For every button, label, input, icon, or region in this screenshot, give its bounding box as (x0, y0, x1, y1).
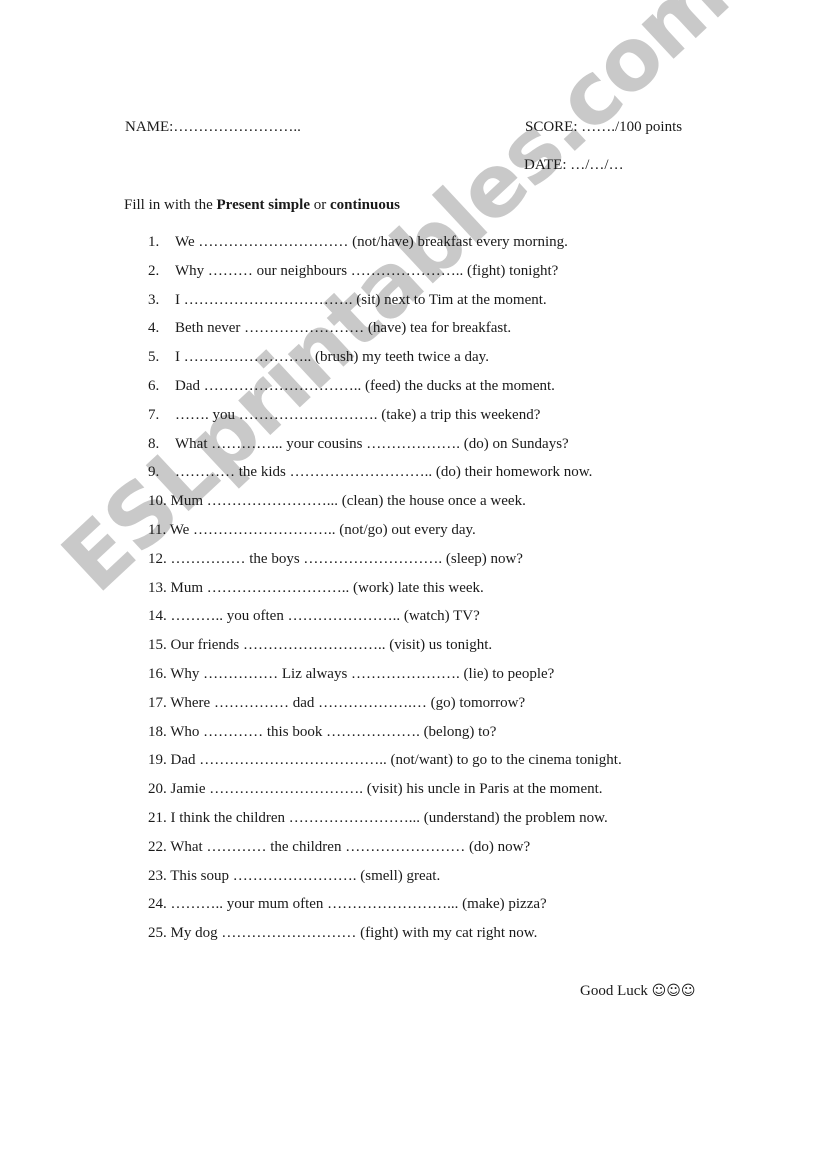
exercise-text: We ………………………… (not/have) breakfast every… (175, 234, 568, 250)
exercise-text: I think the children ……………………... (unders… (170, 809, 608, 826)
exercise-item: 20. Jamie …………………………. (visit) his uncle … (148, 780, 622, 809)
exercise-item: 3. I ……………………………. (sit) next to Tim at th… (148, 291, 622, 320)
exercise-item: 18. Who ………… this book ………………. (belong) … (148, 723, 622, 752)
exercise-number: 6. (148, 377, 160, 394)
exercise-number: 17. (148, 694, 167, 711)
exercise-text: Dad ……………………………….. (not/want) to go to t… (170, 752, 622, 769)
exercise-item: 19. Dad ……………………………….. (not/want) to go … (148, 751, 622, 780)
exercise-item: 21. I think the children ……………………... (un… (148, 809, 622, 838)
instructions-tense-2: continuous (329, 197, 401, 213)
exercise-text: We ……………………….. (not/go) out every day. (169, 521, 476, 538)
score-field: SCORE: ……./100 points (525, 119, 683, 135)
exercise-text: Our friends ……………………….. (visit) us tonig… (170, 637, 493, 654)
exercise-number: 16. (148, 665, 167, 682)
exercise-item: 11. We ……………………….. (not/go) out every da… (148, 521, 622, 550)
exercise-text: Mum ……………………….. (work) late this week. (170, 579, 484, 596)
exercise-text: ……….. your mum often ……………………... (make) … (170, 896, 547, 913)
instructions-tense-1: Present simple (216, 197, 310, 213)
exercise-number: 19. (148, 752, 167, 769)
exercise-item: 15. Our friends ……………………….. (visit) us t… (148, 636, 622, 665)
exercise-text: Who ………… this book ………………. (belong) to? (170, 723, 497, 740)
date-field: DATE: …/…/… (524, 157, 624, 173)
exercise-text: My dog ……………………… (fight) with my cat rig… (170, 925, 538, 942)
exercise-number: 11. (148, 521, 167, 538)
exercise-text: ………… the kids ……………………….. (do) their hom… (175, 464, 593, 481)
exercise-number: 10. (148, 493, 167, 510)
exercise-number: 8. (148, 435, 160, 452)
exercise-item: 6. Dad ………………………….. (feed) the ducks at t… (148, 377, 622, 406)
exercise-item: 24. ……….. your mum often ……………………... (ma… (148, 895, 622, 924)
exercise-number: 24. (148, 896, 167, 913)
exercise-number: 13. (148, 579, 167, 596)
exercise-number: 12. (148, 550, 167, 567)
exercise-item: 13. Mum ……………………….. (work) late this wee… (148, 579, 622, 608)
worksheet-content: NAME:…………………….. SCORE: ……./100 points DA… (0, 0, 821, 1169)
exercise-text: Dad ………………………….. (feed) the ducks at the… (175, 377, 555, 394)
exercise-item: 14. ……….. you often ………………….. (watch) TV… (148, 607, 622, 636)
smiley-face-icon: ☺☺☺ (651, 983, 696, 999)
exercise-item: 22. What ………… the children …………………… (do)… (148, 838, 622, 867)
name-field: NAME:…………………….. (125, 119, 301, 135)
exercise-item: 25. My dog ……………………… (fight) with my cat… (148, 924, 622, 953)
exercise-text: I …………………….. (brush) my teeth twice a da… (175, 349, 489, 366)
exercise-text: I ……………………………. (sit) next to Tim at the … (175, 291, 547, 308)
exercise-number: 18. (148, 723, 167, 740)
exercise-number: 7. (148, 406, 160, 423)
exercise-item: 2. Why ……… our neighbours ………………….. (figh… (148, 262, 622, 291)
exercise-number: 25. (148, 925, 167, 942)
exercise-number: 3. (148, 291, 160, 308)
exercise-number: 22. (148, 838, 167, 855)
exercise-number: 21. (148, 809, 167, 826)
exercise-number: 9. (148, 464, 160, 481)
exercise-item: 5. I …………………….. (brush) my teeth twice a … (148, 348, 622, 377)
exercise-number: 5. (148, 349, 160, 366)
exercise-item: 1. We ………………………… (not/have) breakfast eve… (148, 233, 622, 262)
good-luck-note: Good Luck ☺☺☺ (580, 983, 695, 1000)
exercise-item: 23. This soup ……………………. (smell) great. (148, 867, 622, 896)
exercise-item: 17. Where …………… dad ……………….… (go) tomorr… (148, 694, 622, 723)
instructions-middle: or (309, 197, 330, 213)
exercise-text: This soup ……………………. (smell) great. (170, 867, 441, 884)
exercise-text: Jamie …………………………. (visit) his uncle in P… (170, 781, 603, 798)
exercise-item: 7. ……. you ………………………. (take) a trip this … (148, 406, 622, 435)
good-luck-text: Good Luck (580, 983, 652, 999)
exercise-number: 1. (148, 234, 160, 250)
instructions-prefix: Fill in with the (124, 197, 217, 213)
exercise-item: 8. What …………... your cousins ………………. (do)… (148, 435, 622, 464)
instructions: Fill in with the Present simple or conti… (124, 197, 400, 214)
exercise-text: What ………… the children …………………… (do) now… (170, 838, 531, 855)
exercise-text: Where …………… dad ……………….… (go) tomorrow? (170, 694, 526, 711)
exercise-text: What …………... your cousins ………………. (do) o… (175, 435, 569, 452)
exercise-text: Mum ……………………... (clean) the house once a… (170, 493, 526, 510)
exercise-number: 15. (148, 637, 167, 654)
exercise-text: ……….. you often ………………….. (watch) TV? (170, 608, 480, 625)
exercise-number: 14. (148, 608, 167, 625)
exercise-number: 23. (148, 867, 167, 884)
exercise-item: 12. …………… the boys ………………………. (sleep) no… (148, 550, 622, 579)
exercise-text: …………… the boys ………………………. (sleep) now? (170, 550, 523, 567)
exercise-item: 9. ………… the kids ……………………….. (do) their h… (148, 463, 622, 492)
exercise-number: 20. (148, 781, 167, 798)
exercise-text: Beth never …………………… (have) tea for break… (175, 320, 512, 337)
exercise-item: 16. Why …………… Liz always …………………. (lie) … (148, 665, 622, 694)
exercise-item: 10. Mum ……………………... (clean) the house on… (148, 492, 622, 521)
exercise-number: 2. (148, 262, 160, 279)
exercise-list: 1. We ………………………… (not/have) breakfast eve… (148, 233, 622, 953)
exercise-text: ……. you ………………………. (take) a trip this we… (175, 406, 541, 423)
exercise-item: 4. Beth never …………………… (have) tea for bre… (148, 319, 622, 348)
worksheet-page: ESLprintables.com NAME:…………………….. SCORE:… (0, 0, 821, 1169)
exercise-text: Why ……… our neighbours ………………….. (fight)… (175, 262, 559, 279)
exercise-number: 4. (148, 320, 160, 337)
exercise-text: Why …………… Liz always …………………. (lie) to p… (170, 665, 555, 682)
